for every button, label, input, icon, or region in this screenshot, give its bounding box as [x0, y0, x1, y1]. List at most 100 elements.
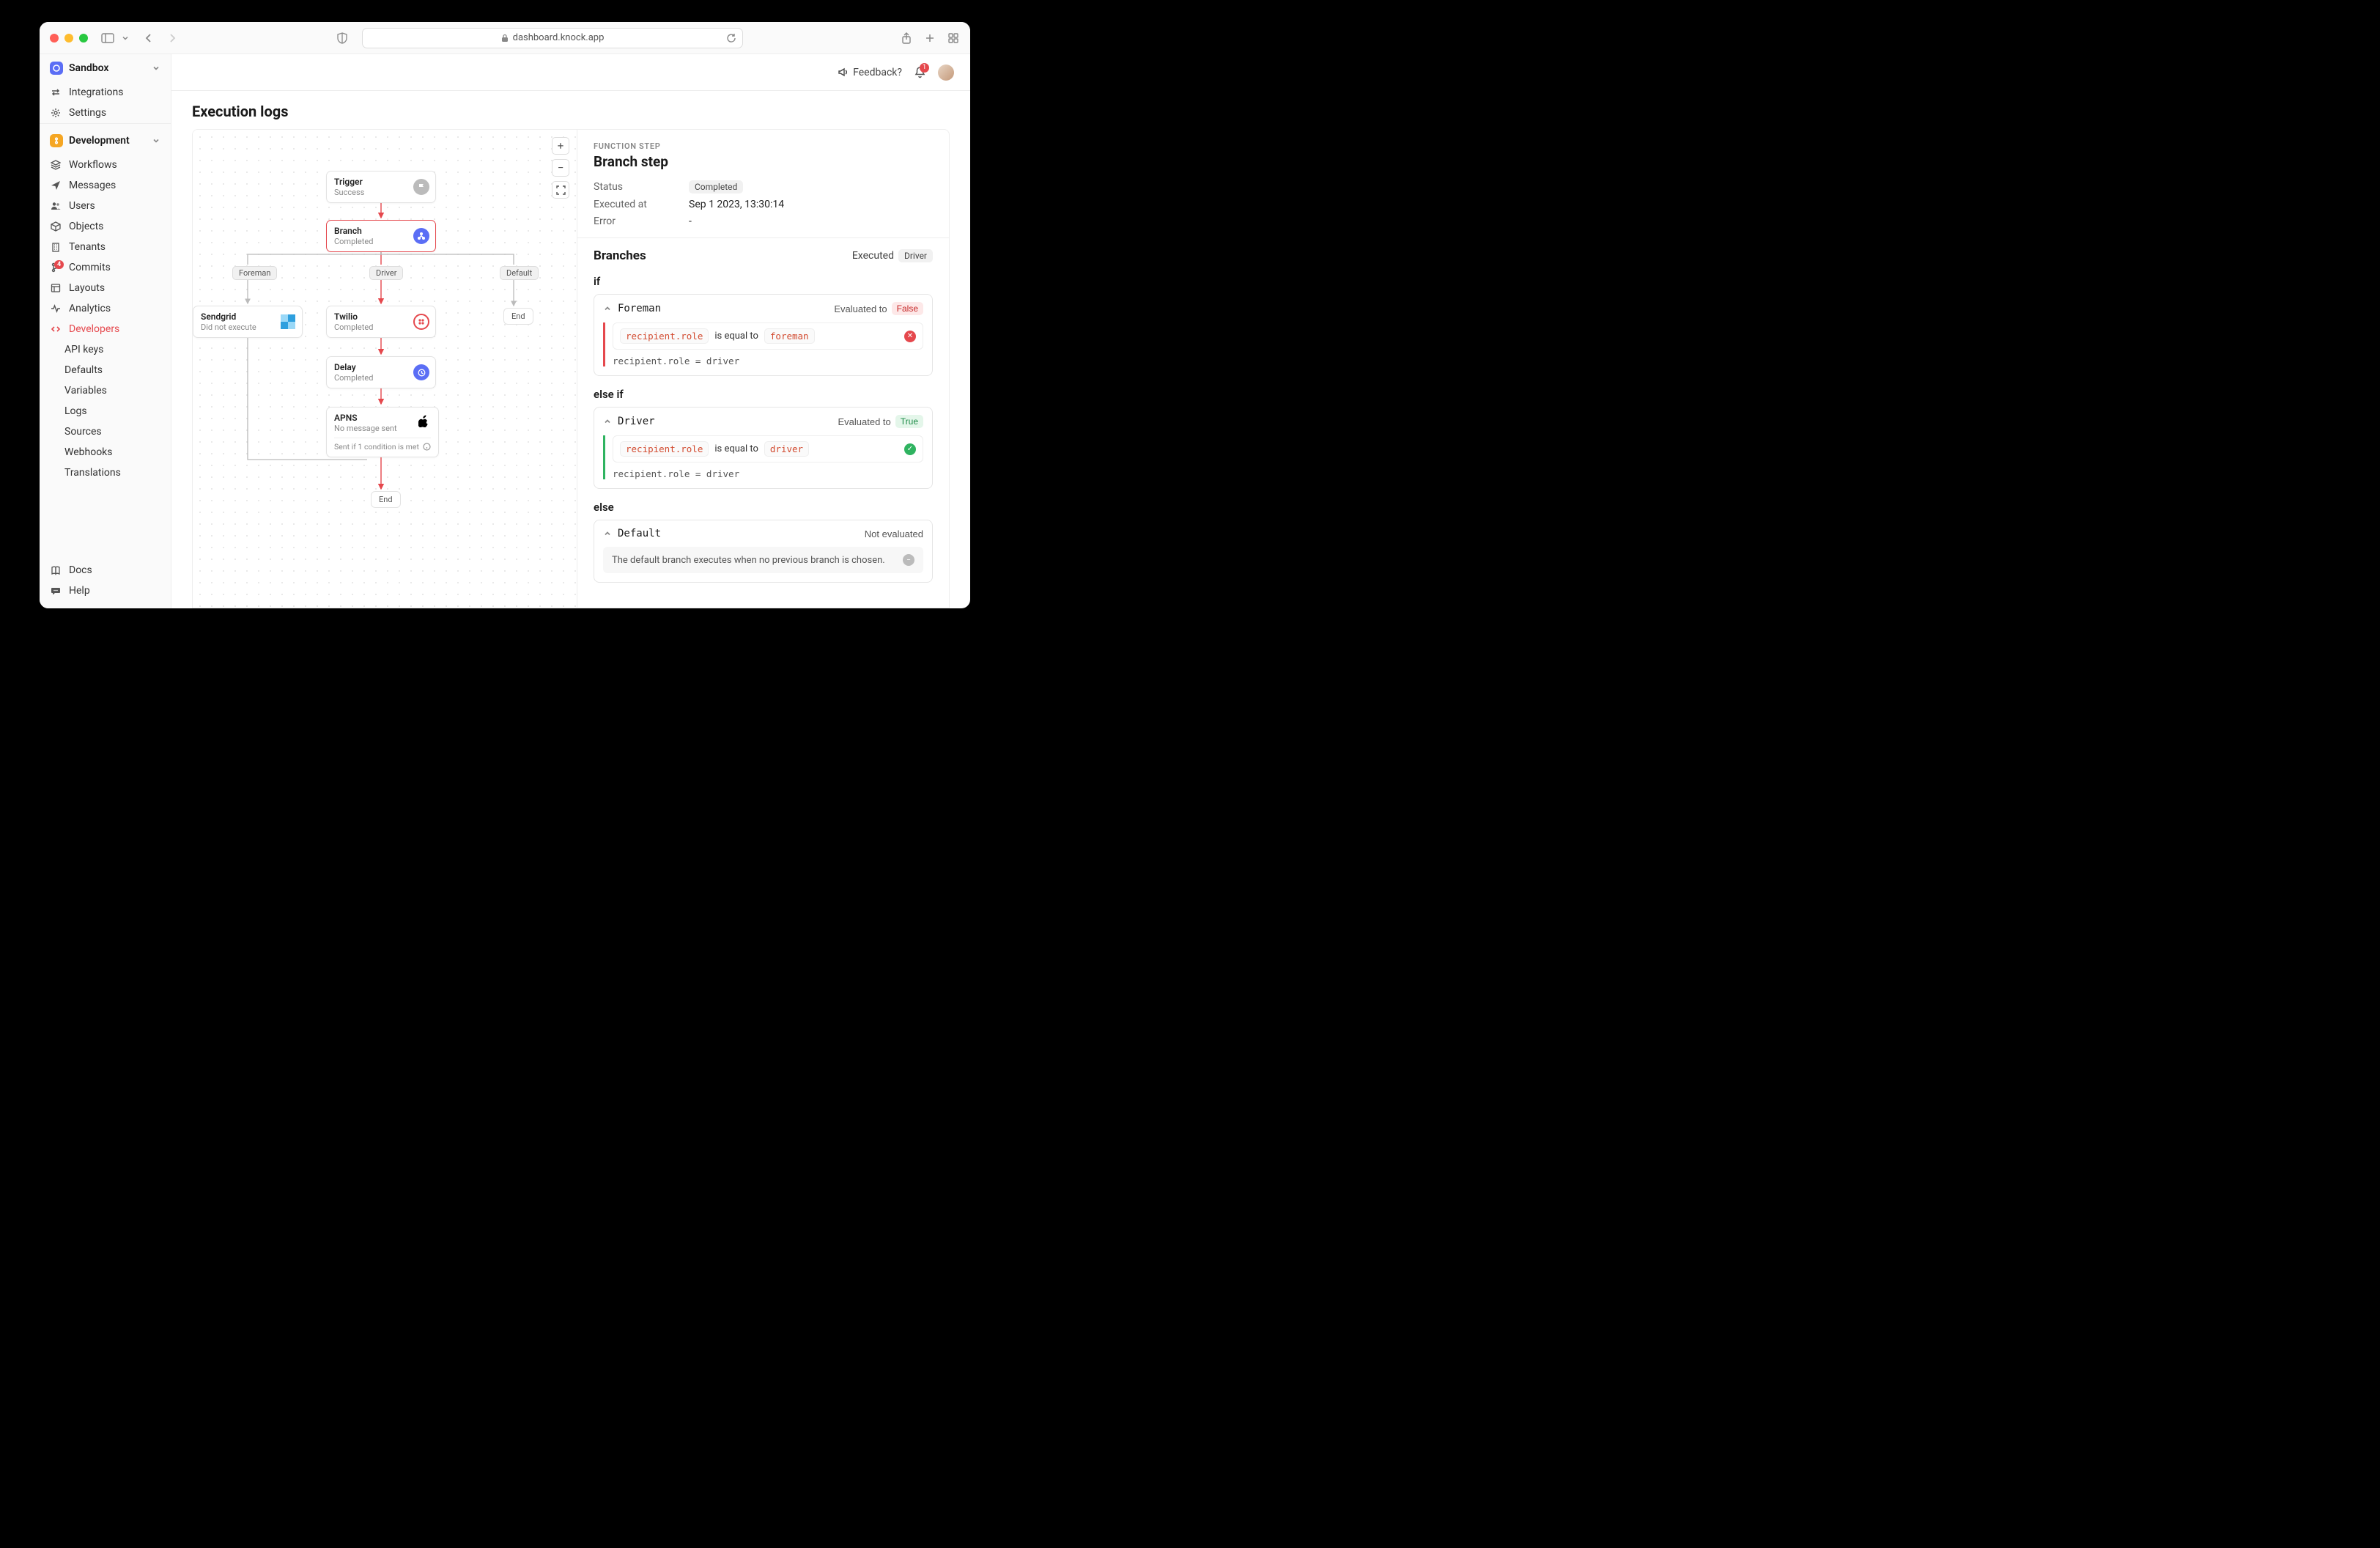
sidebar-item-integrations[interactable]: Integrations: [40, 82, 171, 103]
node-footer-text: Sent if 1 condition is met: [334, 442, 419, 452]
zoom-in-button[interactable]: +: [552, 137, 569, 155]
traffic-lights: [50, 34, 88, 43]
workspace-selector[interactable]: Sandbox: [40, 54, 171, 82]
close-window-button[interactable]: [50, 34, 59, 43]
sidebar-item-objects[interactable]: Objects: [40, 216, 171, 237]
branch-label-driver: Driver: [369, 266, 403, 280]
sidebar-item-label: Objects: [69, 221, 103, 232]
workspace-label: Sandbox: [69, 62, 109, 74]
sidebar-toggle-icon[interactable]: [101, 32, 114, 45]
tabs-grid-icon[interactable]: [947, 32, 960, 45]
maximize-window-button[interactable]: [79, 34, 88, 43]
browser-chrome: dashboard.knock.app: [40, 22, 970, 54]
sidebar-sub-translations[interactable]: Translations: [40, 462, 171, 483]
shield-icon[interactable]: [336, 32, 349, 45]
env-badge-icon: [50, 134, 63, 147]
sidebar-item-label: Developers: [69, 323, 119, 335]
node-trigger[interactable]: Trigger Success: [326, 171, 436, 203]
sidebar-sub-defaults[interactable]: Defaults: [40, 360, 171, 380]
workspace-badge-icon: [50, 62, 63, 75]
sidebar-item-layouts[interactable]: Layouts: [40, 278, 171, 298]
sidebar-sub-logs[interactable]: Logs: [40, 401, 171, 421]
condition-value: foreman: [764, 328, 815, 344]
sidebar-item-label: Messages: [69, 180, 116, 191]
node-twilio[interactable]: Twilio Completed: [326, 306, 436, 338]
sidebar-item-messages[interactable]: Messages: [40, 175, 171, 196]
nav-forward-icon[interactable]: [166, 32, 179, 45]
notifications-button[interactable]: 1: [914, 66, 926, 79]
branch-card-head[interactable]: Default Not evaluated: [594, 520, 932, 547]
flag-icon: [413, 179, 429, 195]
kv-key: Status: [594, 181, 689, 193]
branches-title: Branches: [594, 248, 646, 263]
feedback-button[interactable]: Feedback?: [838, 67, 902, 78]
sidebar-item-settings[interactable]: Settings: [40, 103, 171, 123]
users-icon: [50, 201, 62, 211]
sidebar-item-tenants[interactable]: Tenants: [40, 237, 171, 257]
sendgrid-icon: [280, 314, 296, 330]
nav-back-icon[interactable]: [142, 32, 155, 45]
branch-card-head[interactable]: Foreman Evaluated to False: [594, 295, 932, 322]
branch-card-head[interactable]: Driver Evaluated to True: [594, 408, 932, 435]
branch-name: Foreman: [618, 303, 661, 314]
sidebar-sub-variables[interactable]: Variables: [40, 380, 171, 401]
avatar[interactable]: [938, 64, 954, 81]
pulse-icon: [50, 303, 62, 314]
muted-icon: −: [903, 554, 914, 566]
node-sendgrid[interactable]: Sendgrid Did not execute: [193, 306, 303, 338]
zoom-controls: + −: [552, 137, 569, 199]
sidebar-sub-webhooks[interactable]: Webhooks: [40, 442, 171, 462]
kv-value: -: [689, 215, 692, 227]
sidebar-item-analytics[interactable]: Analytics: [40, 298, 171, 319]
sidebar-item-commits[interactable]: 4 Commits: [40, 257, 171, 278]
node-end-main[interactable]: End: [371, 491, 401, 508]
sidebar-item-label: Integrations: [69, 86, 123, 98]
condition-result: recipient.role = driver: [613, 355, 923, 366]
node-delay[interactable]: Delay Completed: [326, 356, 436, 388]
sidebar-item-developers[interactable]: Developers: [40, 319, 171, 339]
sidebar-sub-api-keys[interactable]: API keys: [40, 339, 171, 360]
flow-canvas[interactable]: + − Trigger Success: [193, 130, 577, 608]
app-window: dashboard.knock.app San: [40, 22, 970, 608]
branch-name: Default: [618, 528, 661, 539]
node-apns[interactable]: APNS No message sent Sent if 1 condition…: [326, 407, 439, 457]
chevron-down-icon: [152, 136, 160, 145]
default-branch-note: The default branch executes when no prev…: [603, 547, 923, 573]
chrome-right-controls: [900, 32, 960, 45]
sidebar-item-docs[interactable]: Docs: [40, 560, 171, 580]
node-footer: Sent if 1 condition is met: [334, 438, 431, 452]
page-body: Execution logs: [171, 91, 970, 608]
arrows-icon: [50, 87, 62, 97]
node-end-default[interactable]: End: [503, 308, 533, 325]
new-tab-icon[interactable]: [923, 32, 936, 45]
condition-result: recipient.role = driver: [613, 468, 923, 479]
node-branch[interactable]: Branch Completed: [326, 220, 436, 252]
sidebar: Sandbox Integrations Settings: [40, 54, 171, 608]
main-area: Sandbox Integrations Settings: [40, 54, 970, 608]
condition-variable: recipient.role: [620, 441, 709, 457]
url-bar[interactable]: dashboard.knock.app: [362, 28, 743, 48]
zoom-out-button[interactable]: −: [552, 159, 569, 177]
condition-value: driver: [764, 441, 809, 457]
if-label: if: [594, 275, 933, 288]
sidebar-sub-sources[interactable]: Sources: [40, 421, 171, 442]
reload-icon[interactable]: [726, 33, 736, 43]
send-icon: [50, 180, 62, 191]
share-icon[interactable]: [900, 32, 913, 45]
evaluated-to-label: Evaluated to: [838, 416, 890, 427]
kv-error: Error -: [594, 215, 933, 227]
dropdown-chevron-icon[interactable]: [119, 32, 132, 45]
sidebar-item-users[interactable]: Users: [40, 196, 171, 216]
detail-kicker: FUNCTION STEP: [594, 141, 933, 151]
minimize-window-button[interactable]: [64, 34, 73, 43]
sidebar-item-label: API keys: [64, 344, 103, 355]
environment-selector[interactable]: Development: [40, 124, 171, 155]
sidebar-item-label: Layouts: [69, 282, 105, 294]
sidebar-item-help[interactable]: Help: [40, 580, 171, 601]
kv-value: Sep 1 2023, 13:30:14: [689, 199, 784, 210]
fit-view-button[interactable]: [552, 181, 569, 199]
eval-result-chip: True: [895, 415, 923, 428]
sidebar-item-label: Settings: [69, 107, 106, 119]
not-evaluated-label: Not evaluated: [865, 528, 923, 539]
sidebar-item-workflows[interactable]: Workflows: [40, 155, 171, 175]
